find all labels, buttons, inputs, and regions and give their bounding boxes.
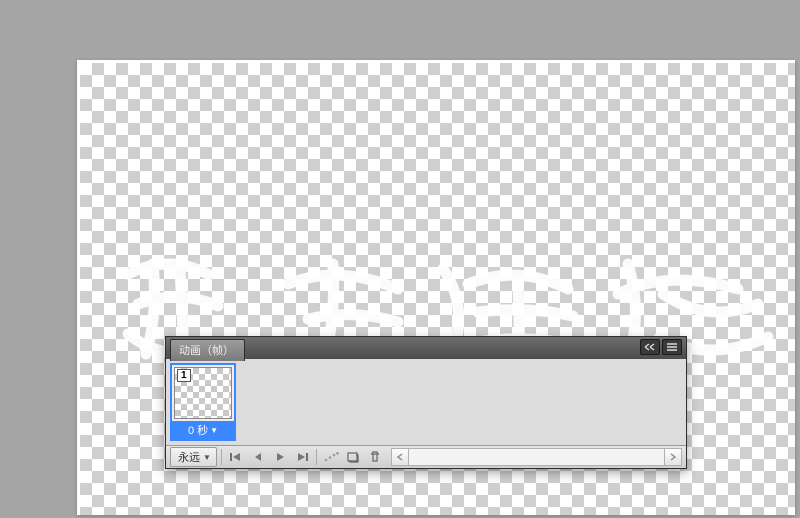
separator <box>221 449 222 465</box>
collapse-icon[interactable] <box>640 339 660 355</box>
first-frame-icon[interactable] <box>226 448 246 466</box>
loop-options-dropdown[interactable]: 永远 ▼ <box>170 447 217 467</box>
chevron-down-icon: ▼ <box>210 426 218 435</box>
frames-strip[interactable]: 1 0 秒 ▼ <box>166 359 686 445</box>
next-frame-icon[interactable] <box>292 448 312 466</box>
animation-frames-panel: 动画（帧） 1 0 秒 ▼ 永远 ▼ <box>165 336 687 469</box>
panel-footer: 永远 ▼ <box>166 445 686 468</box>
prev-frame-icon[interactable] <box>248 448 268 466</box>
scroll-right-icon[interactable] <box>664 448 682 466</box>
panel-tab-animation[interactable]: 动画（帧） <box>170 339 245 361</box>
separator <box>316 449 317 465</box>
loop-label: 永远 <box>178 449 200 465</box>
frame-thumbnail[interactable]: 1 <box>174 367 232 419</box>
frame-number: 1 <box>177 369 191 382</box>
play-icon[interactable] <box>270 448 290 466</box>
scroll-left-icon[interactable] <box>391 448 409 466</box>
scrollbar-track[interactable] <box>409 448 664 466</box>
new-frame-icon[interactable] <box>343 448 363 466</box>
frame-item[interactable]: 1 0 秒 ▼ <box>170 363 236 441</box>
delete-frame-icon[interactable] <box>365 448 385 466</box>
menu-icon[interactable] <box>662 339 682 355</box>
tween-icon[interactable] <box>321 448 341 466</box>
frame-delay-button[interactable]: 0 秒 ▼ <box>172 421 234 439</box>
frame-delay-label: 0 秒 <box>188 422 208 438</box>
panel-title: 动画（帧） <box>179 345 234 357</box>
chevron-down-icon: ▼ <box>203 453 211 462</box>
panel-header[interactable]: 动画（帧） <box>166 337 686 359</box>
horizontal-scrollbar[interactable] <box>391 448 682 466</box>
